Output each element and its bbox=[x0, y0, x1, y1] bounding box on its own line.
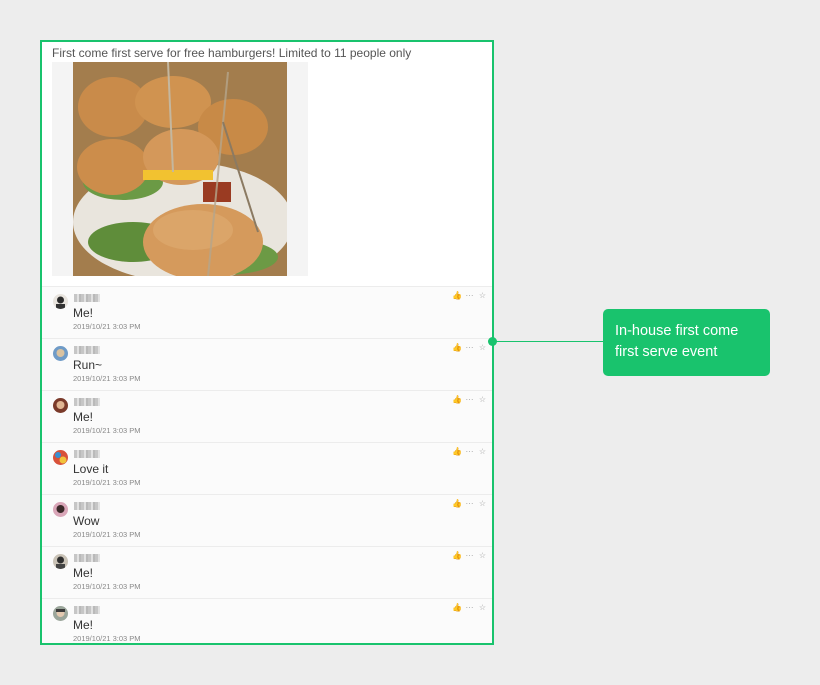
more-icon[interactable]: ··· bbox=[465, 499, 474, 508]
star-icon[interactable]: ☆ bbox=[478, 343, 487, 352]
comment-text: Me! bbox=[73, 618, 94, 632]
comment-text: Run~ bbox=[73, 358, 103, 372]
comment-time: 2019/10/21 3:03 PM bbox=[73, 634, 141, 643]
comment-item: Me! 2019/10/21 3:03 PM 👍 ··· ☆ bbox=[42, 286, 492, 338]
comment-item: Love it 2019/10/21 3:03 PM 👍 ··· ☆ bbox=[42, 442, 492, 494]
commenter-name[interactable] bbox=[74, 398, 100, 406]
comment-item: Me! 2019/10/21 3:03 PM 👍 ··· ☆ bbox=[42, 546, 492, 598]
post-photo[interactable] bbox=[52, 62, 308, 276]
avatar[interactable] bbox=[53, 294, 68, 309]
like-icon[interactable]: 👍 bbox=[452, 447, 462, 456]
commenter-name[interactable] bbox=[74, 554, 100, 562]
comment-text: Me! bbox=[73, 566, 94, 580]
comment-actions: 👍 ··· ☆ bbox=[452, 499, 487, 508]
hamburger-photo-image bbox=[73, 62, 287, 276]
annotation-callout: In-house first come first serve event bbox=[603, 309, 770, 376]
more-icon[interactable]: ··· bbox=[465, 551, 474, 560]
comment-list: Me! 2019/10/21 3:03 PM 👍 ··· ☆ Run~ 2019… bbox=[42, 286, 492, 643]
post-panel: First come first serve for free hamburge… bbox=[40, 40, 494, 645]
avatar[interactable] bbox=[53, 450, 68, 465]
comment-actions: 👍 ··· ☆ bbox=[452, 395, 487, 404]
comment-time: 2019/10/21 3:03 PM bbox=[73, 478, 141, 487]
callout-connector-line bbox=[492, 341, 604, 342]
avatar[interactable] bbox=[53, 502, 68, 517]
comment-item: Run~ 2019/10/21 3:03 PM 👍 ··· ☆ bbox=[42, 338, 492, 390]
like-icon[interactable]: 👍 bbox=[452, 343, 462, 352]
commenter-name[interactable] bbox=[74, 450, 100, 458]
post-title: First come first serve for free hamburge… bbox=[52, 46, 412, 60]
more-icon[interactable]: ··· bbox=[465, 291, 474, 300]
comment-item: Wow 2019/10/21 3:03 PM 👍 ··· ☆ bbox=[42, 494, 492, 546]
more-icon[interactable]: ··· bbox=[465, 603, 474, 612]
comment-time: 2019/10/21 3:03 PM bbox=[73, 582, 141, 591]
commenter-name[interactable] bbox=[74, 346, 100, 354]
star-icon[interactable]: ☆ bbox=[478, 551, 487, 560]
comment-text: Love it bbox=[73, 462, 109, 476]
comment-text: Me! bbox=[73, 410, 94, 424]
comment-actions: 👍 ··· ☆ bbox=[452, 343, 487, 352]
more-icon[interactable]: ··· bbox=[465, 447, 474, 456]
comment-text: Wow bbox=[73, 514, 100, 528]
comment-item: Me! 2019/10/21 3:03 PM 👍 ··· ☆ bbox=[42, 390, 492, 442]
comment-actions: 👍 ··· ☆ bbox=[452, 447, 487, 456]
like-icon[interactable]: 👍 bbox=[452, 603, 462, 612]
comment-actions: 👍 ··· ☆ bbox=[452, 551, 487, 560]
avatar[interactable] bbox=[53, 346, 68, 361]
star-icon[interactable]: ☆ bbox=[478, 603, 487, 612]
avatar[interactable] bbox=[53, 398, 68, 413]
star-icon[interactable]: ☆ bbox=[478, 395, 487, 404]
comment-time: 2019/10/21 3:03 PM bbox=[73, 530, 141, 539]
commenter-name[interactable] bbox=[74, 606, 100, 614]
commenter-name[interactable] bbox=[74, 294, 100, 302]
avatar[interactable] bbox=[53, 554, 68, 569]
like-icon[interactable]: 👍 bbox=[452, 499, 462, 508]
star-icon[interactable]: ☆ bbox=[478, 499, 487, 508]
avatar[interactable] bbox=[53, 606, 68, 621]
more-icon[interactable]: ··· bbox=[465, 395, 474, 404]
comment-time: 2019/10/21 3:03 PM bbox=[73, 374, 141, 383]
comment-item: Me! 2019/10/21 3:03 PM 👍 ··· ☆ bbox=[42, 598, 492, 643]
like-icon[interactable]: 👍 bbox=[452, 551, 462, 560]
star-icon[interactable]: ☆ bbox=[478, 447, 487, 456]
commenter-name[interactable] bbox=[74, 502, 100, 510]
comment-text: Me! bbox=[73, 306, 94, 320]
comment-time: 2019/10/21 3:03 PM bbox=[73, 322, 141, 331]
comment-actions: 👍 ··· ☆ bbox=[452, 291, 487, 300]
comment-actions: 👍 ··· ☆ bbox=[452, 603, 487, 612]
like-icon[interactable]: 👍 bbox=[452, 291, 462, 300]
more-icon[interactable]: ··· bbox=[465, 343, 474, 352]
star-icon[interactable]: ☆ bbox=[478, 291, 487, 300]
comment-time: 2019/10/21 3:03 PM bbox=[73, 426, 141, 435]
callout-anchor-dot bbox=[488, 337, 497, 346]
like-icon[interactable]: 👍 bbox=[452, 395, 462, 404]
